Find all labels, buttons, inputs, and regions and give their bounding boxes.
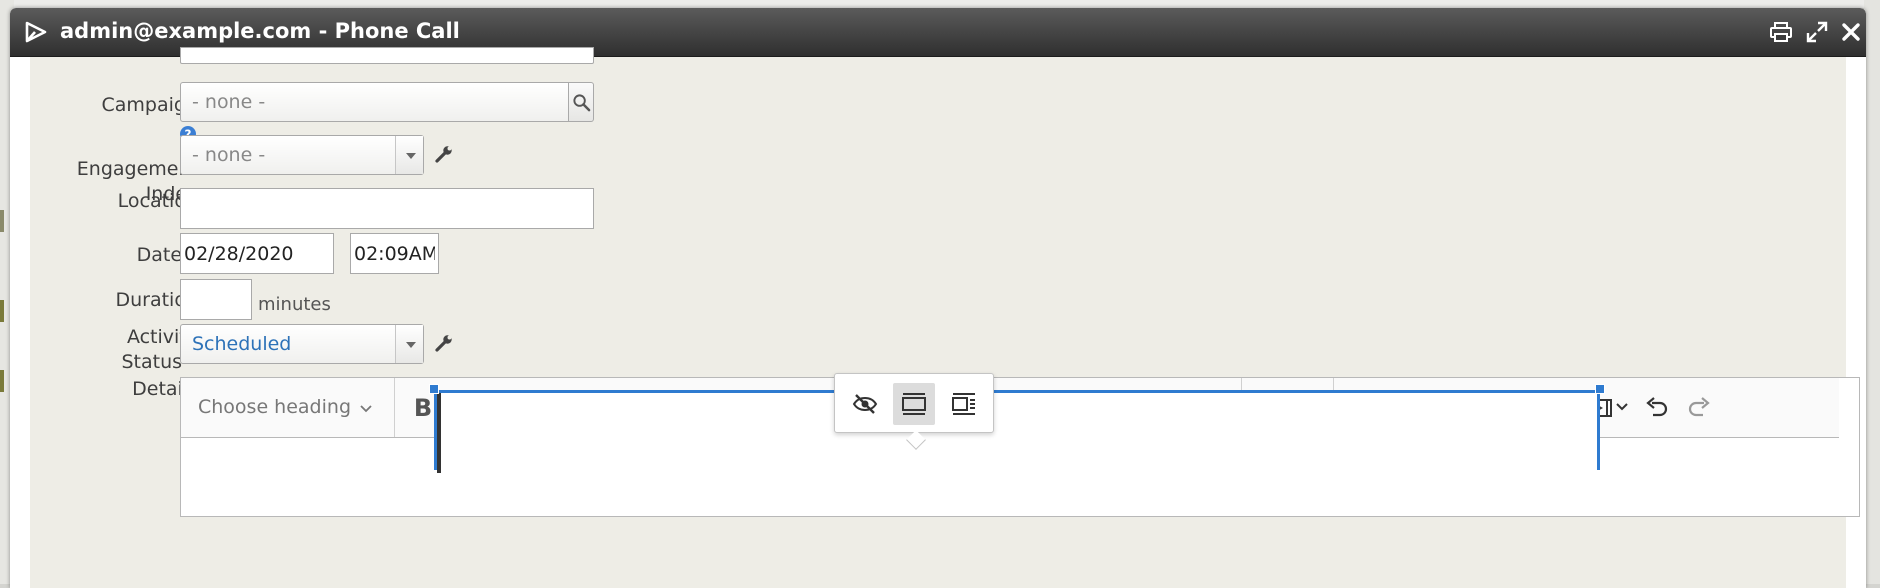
previous-field-input[interactable]	[180, 47, 594, 64]
activity-status-label: Activity Status *	[26, 325, 198, 375]
phone-call-dialog: admin@example.com - Phone Call Campaign …	[10, 8, 1866, 588]
side-image-icon	[952, 393, 975, 415]
redo-icon	[1688, 397, 1710, 417]
heading-dropdown[interactable]: Choose heading	[181, 378, 395, 437]
location-input[interactable]	[180, 188, 594, 229]
print-icon[interactable]	[1769, 20, 1793, 44]
chevron-down-icon	[360, 405, 372, 413]
maximize-icon[interactable]	[1805, 20, 1829, 44]
full-width-image-button[interactable]	[893, 383, 935, 425]
campaign-label: Campaign	[101, 94, 198, 116]
full-width-image-icon	[902, 393, 926, 415]
search-icon	[573, 94, 591, 112]
details-label: Details	[132, 378, 198, 400]
engagement-index-value: - none -	[192, 144, 266, 166]
image-content	[437, 393, 441, 473]
time-input[interactable]	[350, 233, 439, 274]
hide-image-button[interactable]	[844, 383, 886, 425]
wrench-icon[interactable]	[434, 333, 454, 353]
resize-handle-top-right[interactable]	[1595, 384, 1605, 394]
backdrop-marker	[0, 210, 4, 232]
date-label-text: Date	[136, 244, 183, 266]
location-label: Location	[117, 190, 198, 212]
hide-image-icon	[852, 394, 878, 414]
wrench-icon[interactable]	[434, 144, 454, 164]
backdrop-top	[0, 0, 1880, 8]
chevron-down-icon	[395, 325, 423, 363]
duration-unit: minutes	[258, 294, 331, 315]
undo-icon	[1646, 397, 1668, 417]
heading-dropdown-label: Choose heading	[198, 396, 352, 418]
close-icon[interactable]	[1839, 20, 1863, 44]
redo-button[interactable]	[1679, 388, 1719, 428]
campaign-search-button[interactable]	[569, 82, 594, 122]
undo-button[interactable]	[1637, 388, 1677, 428]
engagement-index-select[interactable]: - none -	[180, 135, 424, 175]
activity-status-label-line2: Status	[121, 351, 183, 373]
app-logo-icon	[25, 21, 47, 43]
form-content: Campaign ? - none - Engagement Index - n…	[30, 47, 1860, 588]
date-input[interactable]	[180, 233, 334, 274]
backdrop-right	[1864, 0, 1880, 584]
bold-icon: B	[414, 394, 432, 422]
side-image-button[interactable]	[943, 383, 985, 425]
date-label: Date *	[26, 243, 198, 268]
campaign-select[interactable]: - none -	[180, 82, 569, 122]
engagement-index-label-line1: Engagement	[76, 158, 198, 180]
image-balloon-toolbar	[834, 373, 994, 450]
rich-text-editor: Choose heading B U I	[180, 377, 1860, 517]
chevron-down-icon[interactable]	[1615, 402, 1629, 412]
activity-status-value: Scheduled	[192, 333, 292, 355]
backdrop-marker	[0, 300, 4, 322]
backdrop-marker	[0, 370, 4, 392]
resize-handle-top-left[interactable]	[429, 384, 439, 394]
svg-text:B: B	[414, 394, 432, 422]
duration-label: Duration	[115, 289, 198, 311]
activity-status-label-line1: Activity	[126, 326, 198, 348]
duration-input[interactable]	[180, 279, 252, 320]
chevron-down-icon	[395, 136, 423, 174]
activity-status-select[interactable]: Scheduled	[180, 324, 424, 364]
dialog-title: admin@example.com - Phone Call	[60, 19, 460, 43]
selected-image-widget[interactable]	[434, 390, 1600, 473]
campaign-value: - none -	[192, 91, 266, 113]
